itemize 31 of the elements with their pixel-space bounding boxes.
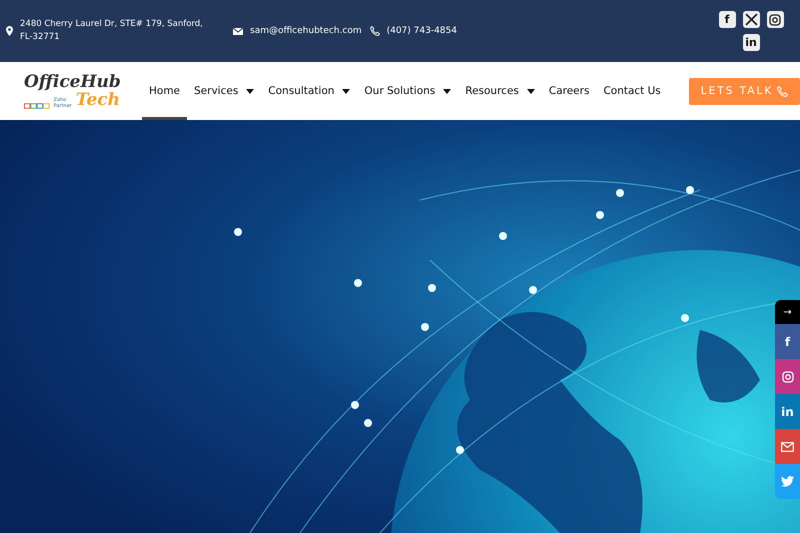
- share-button[interactable]: [775, 464, 800, 499]
- logo-tagline: Tech: [76, 91, 120, 109]
- phone-icon: [777, 86, 788, 96]
- address-text: 2480 Cherry Laurel Dr, STE# 179, Sanford, FL-32771: [20, 18, 204, 44]
- instagram-link[interactable]: [766, 11, 784, 28]
- nav-link[interactable]: Careers: [542, 62, 596, 120]
- mail-icon: [781, 442, 794, 452]
- logo-wordmark: OfficeHub: [24, 73, 120, 91]
- share-button[interactable]: f: [775, 324, 800, 359]
- camera-icon: [769, 14, 781, 26]
- facebook-link[interactable]: f: [718, 11, 736, 28]
- mail-icon: [233, 28, 243, 34]
- email-link[interactable]: sam@officehubtech.com: [250, 26, 362, 36]
- nav-link[interactable]: Contact Us: [596, 62, 668, 120]
- phone-icon: [370, 26, 380, 36]
- camera-icon: [782, 370, 794, 382]
- rings-icon: [24, 103, 50, 109]
- phone-link[interactable]: (407) 743-4854: [386, 26, 457, 36]
- x-logo-icon: [744, 13, 758, 26]
- share-toggle-button[interactable]: →: [775, 300, 800, 324]
- share-button[interactable]: [775, 429, 800, 464]
- nav-link[interactable]: Services: [187, 62, 262, 120]
- bird-icon: [781, 476, 794, 487]
- linkedin-link[interactable]: in: [742, 34, 760, 51]
- nav-link[interactable]: Consultation: [261, 62, 358, 120]
- nav-link[interactable]: Our Solutions: [357, 62, 458, 120]
- nav-link[interactable]: Resources: [458, 62, 542, 120]
- share-button[interactable]: [775, 359, 800, 394]
- location-pin-icon: [6, 26, 13, 36]
- x-link[interactable]: [742, 11, 760, 28]
- share-button[interactable]: in: [775, 394, 800, 429]
